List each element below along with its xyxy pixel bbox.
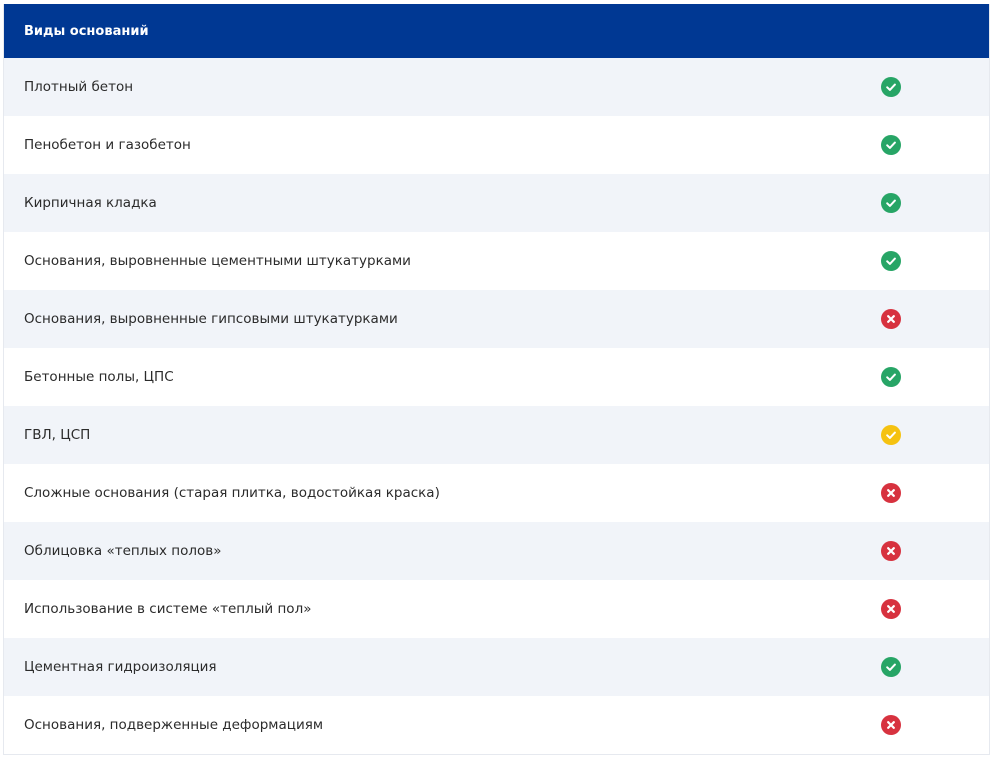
table-row: Цементная гидроизоляция (4, 638, 989, 696)
table-row: Плотный бетон (4, 58, 989, 116)
check-circle-icon (881, 251, 901, 271)
cross-circle-icon (881, 309, 901, 329)
cross-circle-icon (881, 599, 901, 619)
row-label: Основания, подверженные деформациям (24, 717, 324, 733)
table-body: Плотный бетон Пенобетон и газобетон Кирпич… (4, 58, 989, 754)
check-circle-icon (881, 135, 901, 155)
check-circle-icon (881, 367, 901, 387)
table-row: ГВЛ, ЦСП (4, 406, 989, 464)
cross-circle-icon (881, 715, 901, 735)
row-label: Бетонные полы, ЦПС (24, 369, 174, 385)
row-label: Сложные основания (старая плитка, водост… (24, 485, 440, 501)
table-row: Сложные основания (старая плитка, водост… (4, 464, 989, 522)
table-row: Основания, подверженные деформациям (4, 696, 989, 754)
table-row: Использование в системе «теплый пол» (4, 580, 989, 638)
table-row: Кирпичная кладка (4, 174, 989, 232)
table-row: Основания, выровненные цементными штукат… (4, 232, 989, 290)
row-label: Плотный бетон (24, 79, 134, 95)
table-row: Основания, выровненные гипсовыми штукату… (4, 290, 989, 348)
row-label: Цементная гидроизоляция (24, 659, 217, 675)
row-label: Использование в системе «теплый пол» (24, 601, 312, 617)
table-row: Бетонные полы, ЦПС (4, 348, 989, 406)
cross-circle-icon (881, 541, 901, 561)
check-circle-yellow-icon (881, 425, 901, 445)
cross-circle-icon (881, 483, 901, 503)
row-label: Кирпичная кладка (24, 195, 157, 211)
row-label: ГВЛ, ЦСП (24, 427, 91, 443)
check-circle-icon (881, 657, 901, 677)
substrate-table: Виды оснований Плотный бетон Пенобетон и … (3, 4, 990, 755)
table-row: Облицовка «теплых полов» (4, 522, 989, 580)
row-label: Основания, выровненные гипсовыми штукату… (24, 311, 398, 327)
table-header-title: Виды оснований (24, 23, 149, 39)
check-circle-icon (881, 193, 901, 213)
row-label: Облицовка «теплых полов» (24, 543, 222, 559)
table-header: Виды оснований (4, 4, 989, 58)
check-circle-icon (881, 77, 901, 97)
row-label: Основания, выровненные цементными штукат… (24, 253, 411, 269)
row-label: Пенобетон и газобетон (24, 137, 191, 153)
table-row: Пенобетон и газобетон (4, 116, 989, 174)
